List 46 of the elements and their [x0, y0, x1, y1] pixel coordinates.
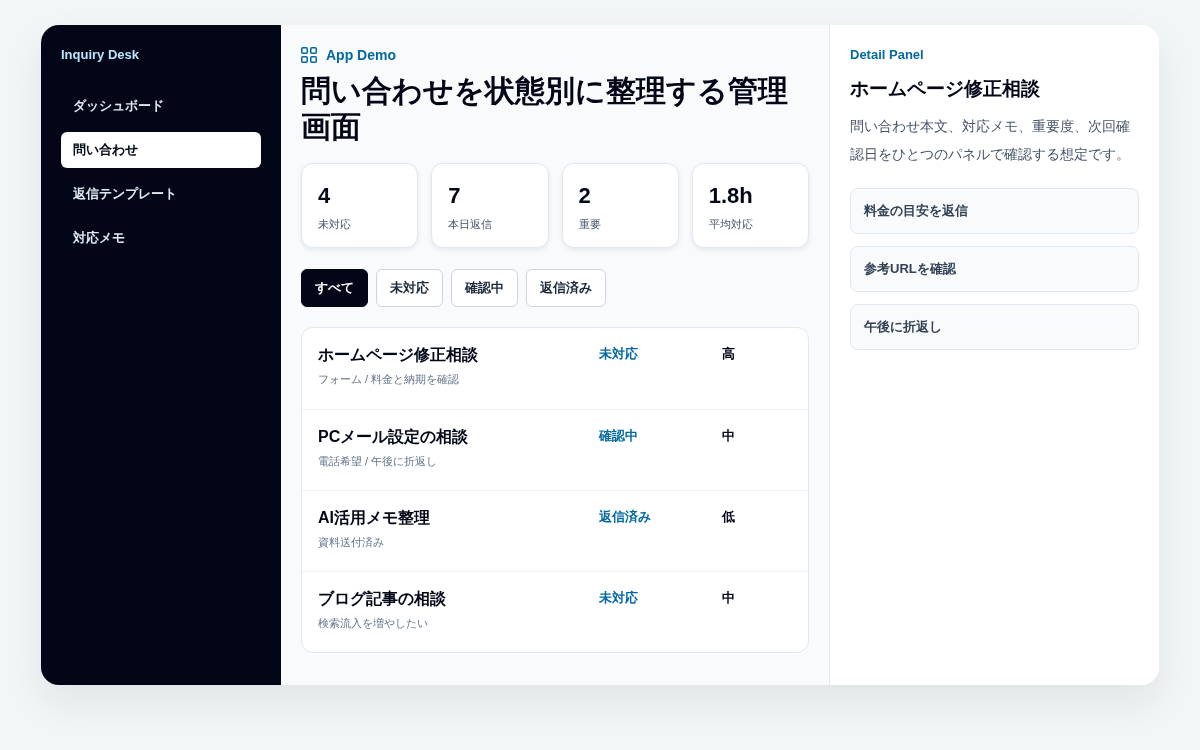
priority-text: 中: [722, 589, 735, 607]
stat-label: 重要: [578, 217, 601, 231]
sidebar-item[interactable]: 返信テンプレート: [61, 176, 261, 212]
inquiry-title: AI活用メモ整理: [318, 508, 430, 528]
action-button[interactable]: 参考URLを確認: [850, 246, 1139, 292]
inquiry-note: フォーム / 料金と納期を確認: [318, 372, 460, 386]
inquiry-row[interactable]: ブログ記事の相談 検索流入を増やしたい 未対応 中: [302, 571, 808, 652]
action-button[interactable]: 料金の目安を返信: [850, 188, 1139, 234]
detail-title: ホームページ修正相談: [850, 77, 1040, 101]
grid-icon: [301, 47, 317, 63]
stat-label: 未対応: [318, 217, 351, 231]
page-title: 問い合わせを状態別に整理する管理画面: [301, 73, 789, 145]
sidebar-item[interactable]: 問い合わせ: [61, 132, 261, 168]
inquiry-title: ブログ記事の相談: [318, 589, 446, 609]
inquiry-row[interactable]: PCメール設定の相談 電話希望 / 午後に折返し 確認中 中: [302, 409, 808, 490]
priority-text: 中: [722, 427, 735, 445]
status-text: 未対応: [599, 345, 638, 363]
priority-text: 高: [722, 345, 735, 363]
status-text: 返信済み: [599, 508, 651, 526]
inquiry-note: 検索流入を増やしたい: [318, 616, 428, 630]
stat-value: 4: [318, 183, 331, 209]
status-text: 未対応: [599, 589, 638, 607]
app-name: Inquiry Desk: [61, 46, 141, 64]
action-button[interactable]: 午後に折返し: [850, 304, 1139, 350]
inquiry-note: 資料送付済み: [318, 535, 384, 549]
filter-tab[interactable]: 未対応: [376, 269, 443, 307]
sidebar-item[interactable]: ダッシュボード: [61, 88, 261, 124]
panel-label: Detail Panel: [850, 46, 924, 64]
stat-value: 7: [448, 183, 461, 209]
sidebar-item[interactable]: 対応メモ: [61, 220, 261, 256]
section-label: App Demo: [326, 47, 396, 63]
inquiry-title: ホームページ修正相談: [318, 345, 478, 365]
inquiry-title: PCメール設定の相談: [318, 427, 469, 447]
stat-label: 本日返信: [448, 217, 493, 231]
stat-value: 1.8h: [708, 183, 753, 209]
filter-tab[interactable]: 確認中: [451, 269, 518, 307]
filter-tab[interactable]: すべて: [301, 269, 368, 307]
stat-label: 平均対応: [708, 217, 753, 231]
priority-text: 低: [722, 508, 735, 526]
inquiry-note: 電話希望 / 午後に折返し: [318, 454, 438, 468]
detail-description: 問い合わせ本文、対応メモ、重要度、次回確認日をひとつのパネルで確認する想定です。: [850, 117, 1131, 164]
inquiry-row[interactable]: AI活用メモ整理 資料送付済み 返信済み 低: [302, 490, 808, 571]
stat-value: 2: [578, 183, 591, 209]
inquiry-row[interactable]: ホームページ修正相談 フォーム / 料金と納期を確認 未対応 高: [302, 328, 808, 409]
filter-tab[interactable]: 返信済み: [526, 269, 606, 307]
status-text: 確認中: [599, 427, 638, 445]
